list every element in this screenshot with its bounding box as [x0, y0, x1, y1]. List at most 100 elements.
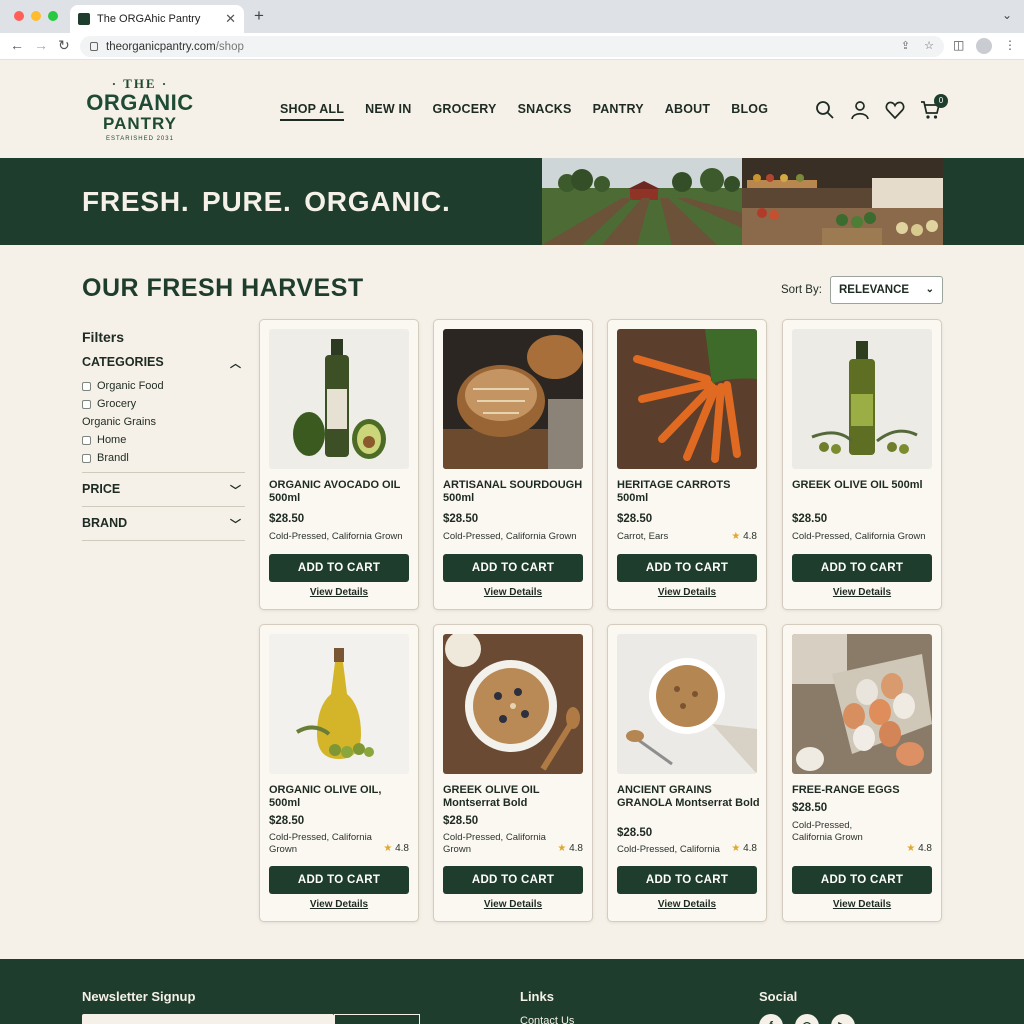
- heart-icon[interactable]: [885, 100, 905, 120]
- product-image-greek-olive-oil: [792, 329, 932, 469]
- product-name[interactable]: FREE-RANGE EGGS: [792, 784, 938, 797]
- category-organic-grains[interactable]: Organic Grains: [82, 413, 164, 431]
- category-grocery[interactable]: Grocery: [82, 395, 164, 413]
- product-card[interactable]: ORGANIC OLIVE OIL, 500ml $28.50 Cold-Pre…: [259, 624, 419, 922]
- product-name[interactable]: GREEK OLIVE OIL Montserrat Bold: [443, 784, 589, 810]
- rating-value: 4.8: [743, 531, 757, 542]
- forward-icon[interactable]: →: [34, 37, 48, 53]
- add-to-cart-button[interactable]: ADD TO CART: [617, 866, 757, 894]
- add-to-cart-button[interactable]: ADD TO CART: [443, 554, 583, 582]
- filter-brand-label: BRAND: [82, 516, 128, 530]
- product-name[interactable]: ORGANIC AVOCADO OIL 500ml: [269, 479, 415, 505]
- site-logo[interactable]: · THE · ORGANIC PANTRY ESTARISHED 2031: [80, 76, 200, 142]
- newsletter-submit-button[interactable]: [334, 1014, 420, 1024]
- nav-about[interactable]: ABOUT: [665, 102, 710, 121]
- filter-brand-header[interactable]: BRAND ﹀: [82, 516, 245, 531]
- nav-grocery[interactable]: GROCERY: [432, 102, 496, 121]
- market-stall-image: [742, 158, 943, 245]
- bookmark-star-icon[interactable]: ☆: [924, 39, 934, 52]
- side-panel-icon[interactable]: ◫: [953, 38, 964, 52]
- product-card[interactable]: GREEK OLIVE OIL 500ml $28.50 Cold-Presse…: [782, 319, 942, 610]
- product-card[interactable]: GREEK OLIVE OIL Montserrat Bold $28.50 C…: [433, 624, 593, 922]
- view-details-link[interactable]: View Details: [269, 899, 409, 910]
- filter-price-label: PRICE: [82, 482, 121, 496]
- product-name[interactable]: ANCIENT GRAINS GRANOLA Montserrat Bold: [617, 784, 763, 810]
- product-card[interactable]: ANCIENT GRAINS GRANOLA Montserrat Bold $…: [607, 624, 767, 922]
- checkbox[interactable]: [82, 381, 91, 391]
- product-card[interactable]: FREE-RANGE EGGS $28.50 Cold-Pressed, Cal…: [782, 624, 942, 922]
- youtube-icon[interactable]: ▶: [831, 1014, 855, 1024]
- maximize-window-button[interactable]: [48, 11, 58, 21]
- add-to-cart-button[interactable]: ADD TO CART: [443, 866, 583, 894]
- product-price: $28.50: [617, 827, 653, 839]
- nav-new-in[interactable]: NEW IN: [365, 102, 411, 121]
- social-heading: Social: [759, 989, 798, 1004]
- rating-value: 4.8: [743, 843, 757, 854]
- minimize-window-button[interactable]: [31, 11, 41, 21]
- add-to-cart-button[interactable]: ADD TO CART: [269, 554, 409, 582]
- menu-icon[interactable]: ⋮: [1004, 38, 1016, 52]
- share-icon[interactable]: ⇪: [901, 39, 910, 52]
- browser-tab[interactable]: The ORGAhic Pantry ✕: [70, 5, 244, 33]
- category-list: Organic Food Grocery Organic Grains Home…: [82, 377, 164, 467]
- search-icon[interactable]: [815, 100, 835, 120]
- view-details-link[interactable]: View Details: [443, 899, 583, 910]
- add-to-cart-button[interactable]: ADD TO CART: [792, 866, 932, 894]
- product-image-sourdough: [443, 329, 583, 469]
- nav-pantry[interactable]: PANTRY: [593, 102, 644, 121]
- nav-shop-all[interactable]: SHOP ALL: [280, 102, 345, 121]
- url-host: theorganicpantry.com: [106, 40, 216, 53]
- checkbox[interactable]: [82, 399, 91, 409]
- filter-categories-header[interactable]: CATEGORIES ︿: [82, 355, 245, 370]
- product-description: Carrot, Ears: [617, 531, 669, 542]
- category-home[interactable]: Home: [82, 431, 164, 449]
- add-to-cart-button[interactable]: ADD TO CART: [269, 866, 409, 894]
- tab-search-chevron-icon[interactable]: ⌄: [1002, 8, 1012, 22]
- product-card[interactable]: ORGANIC AVOCADO OIL 500ml $28.50 Cold-Pr…: [259, 319, 419, 610]
- nav-blog[interactable]: BLOG: [731, 102, 768, 121]
- product-card[interactable]: HERITAGE CARROTS 500ml $28.50 Carrot, Ea…: [607, 319, 767, 610]
- view-details-link[interactable]: View Details: [269, 587, 409, 598]
- new-tab-icon[interactable]: +: [254, 6, 264, 26]
- add-to-cart-button[interactable]: ADD TO CART: [617, 554, 757, 582]
- filters-title: Filters: [82, 329, 125, 345]
- address-bar[interactable]: theorganicpantry.com/shop ⇪ ☆: [80, 36, 944, 57]
- cart-count-badge: 0: [934, 94, 948, 108]
- facebook-icon[interactable]: f: [759, 1014, 783, 1024]
- nav-snacks[interactable]: SNACKS: [518, 102, 572, 121]
- view-details-link[interactable]: View Details: [792, 587, 932, 598]
- sort-label: Sort By:: [781, 284, 822, 296]
- product-name[interactable]: GREEK OLIVE OIL 500ml: [792, 479, 938, 492]
- close-tab-icon[interactable]: ✕: [225, 11, 236, 27]
- product-name[interactable]: HERITAGE CARROTS 500ml: [617, 479, 763, 505]
- product-description: Cold-Pressed, California Grown: [443, 832, 546, 855]
- close-window-button[interactable]: [14, 11, 24, 21]
- product-name[interactable]: ARTISANAL SOURDOUGH 500ml: [443, 479, 589, 505]
- product-card[interactable]: ARTISANAL SOURDOUGH 500ml $28.50 Cold-Pr…: [433, 319, 593, 610]
- checkbox[interactable]: [82, 453, 91, 463]
- view-details-link[interactable]: View Details: [792, 899, 932, 910]
- product-price: $28.50: [792, 802, 828, 814]
- view-details-link[interactable]: View Details: [443, 587, 583, 598]
- sort-select[interactable]: RELEVANCE ⌄: [830, 276, 943, 304]
- checkbox[interactable]: [82, 435, 91, 445]
- filter-price-header[interactable]: PRICE ﹀: [82, 482, 245, 497]
- profile-avatar[interactable]: [976, 38, 992, 54]
- newsletter-email-input[interactable]: [82, 1014, 334, 1024]
- instagram-icon[interactable]: ◎: [795, 1014, 819, 1024]
- product-name[interactable]: ORGANIC OLIVE OIL, 500ml: [269, 784, 415, 810]
- contact-us-link[interactable]: Contact Us: [520, 1015, 574, 1024]
- chevron-down-icon: ﹀: [230, 485, 241, 497]
- user-icon[interactable]: [850, 100, 870, 120]
- category-organic-food[interactable]: Organic Food: [82, 377, 164, 395]
- product-price: $28.50: [269, 815, 305, 827]
- view-details-link[interactable]: View Details: [617, 587, 757, 598]
- product-description: Cold-Pressed, California Grown: [269, 832, 372, 855]
- reload-icon[interactable]: ↻: [58, 37, 70, 54]
- category-brandl[interactable]: Brandl: [82, 449, 164, 467]
- back-icon[interactable]: ←: [10, 37, 24, 53]
- view-details-link[interactable]: View Details: [617, 899, 757, 910]
- add-to-cart-button[interactable]: ADD TO CART: [792, 554, 932, 582]
- category-label: Brandl: [97, 452, 129, 464]
- url-path: /shop: [215, 40, 244, 53]
